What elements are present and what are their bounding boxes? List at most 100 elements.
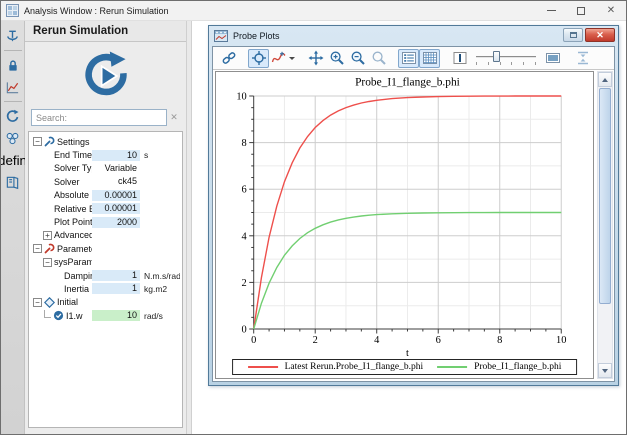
legendbox-icon bbox=[401, 50, 417, 66]
probe-titlebar[interactable]: Probe Plots ✕ bbox=[212, 26, 615, 46]
mdi-area: Probe Plots ✕ 02468100246810Probe_I1_fla… bbox=[192, 21, 626, 435]
scroll-up-button[interactable] bbox=[598, 72, 612, 87]
chart-legend: Latest Rerun.Probe_I1_flange_b.phi Probe… bbox=[232, 359, 578, 375]
fit-vertical-button[interactable] bbox=[572, 49, 593, 68]
chart-icon bbox=[5, 80, 20, 95]
probe-restore-button[interactable] bbox=[563, 28, 583, 42]
probe-chart: 02468100246810Probe_I1_flange_b.phit bbox=[216, 72, 593, 378]
rail-separator bbox=[4, 50, 22, 51]
plot-toolbar bbox=[213, 47, 614, 70]
tree-item-label: Parameters bbox=[57, 244, 92, 254]
tree-row[interactable]: −Settings bbox=[31, 135, 180, 148]
plot-client-area: 02468100246810Probe_I1_flange_b.phit Lat… bbox=[213, 70, 614, 381]
zoom-out-button[interactable] bbox=[347, 49, 368, 68]
probe-title: Probe Plots bbox=[233, 31, 563, 41]
svg-text:6: 6 bbox=[436, 335, 441, 346]
rerun-simulation-button[interactable] bbox=[81, 51, 131, 101]
svg-text:2: 2 bbox=[242, 278, 247, 289]
tree-item-value[interactable]: 0.00001 bbox=[92, 203, 140, 214]
tree-item-label: Absolute Error Tol... bbox=[54, 190, 92, 200]
tree-item-label: sysParams bbox=[54, 257, 92, 267]
svg-text:0: 0 bbox=[251, 335, 256, 346]
tree-row[interactable]: − Parameters bbox=[31, 242, 180, 255]
svg-text:10: 10 bbox=[556, 335, 566, 346]
tree-item-label: Initial bbox=[57, 297, 92, 307]
slider-thumb[interactable] bbox=[493, 51, 500, 62]
curve-style-button[interactable] bbox=[269, 49, 296, 68]
tree-item-value[interactable]: 2000 bbox=[92, 217, 140, 228]
tree-item-value bbox=[92, 243, 140, 254]
maximize-button[interactable] bbox=[566, 1, 596, 20]
svg-text:4: 4 bbox=[242, 231, 248, 242]
tree-row[interactable]: −sysParams bbox=[31, 256, 180, 269]
maximize-icon bbox=[577, 7, 585, 15]
tree-row[interactable]: Absolute Error Tol...0.00001 bbox=[31, 189, 180, 202]
multibody-button[interactable] bbox=[3, 128, 23, 148]
probe-window-controls: ✕ bbox=[563, 26, 615, 46]
svg-text:8: 8 bbox=[497, 335, 502, 346]
collapse-icon[interactable]: − bbox=[33, 298, 42, 307]
tree-row[interactable]: Solver TypeVariable bbox=[31, 162, 180, 175]
pan-button[interactable] bbox=[305, 49, 326, 68]
tree-item-value bbox=[92, 230, 140, 241]
tree-item-value: Variable bbox=[92, 163, 140, 174]
tree-item-value[interactable]: 1 bbox=[92, 270, 140, 281]
close-button[interactable]: ✕ bbox=[596, 1, 626, 20]
tree-row[interactable]: I1.w10rad/s bbox=[31, 309, 180, 322]
apps-grid-button[interactable]: undefined bbox=[3, 150, 23, 170]
tree-row[interactable]: Inertia1kg.m2 bbox=[31, 282, 180, 295]
clear-search-icon[interactable]: ✕ bbox=[167, 112, 181, 123]
tree-row[interactable]: Relative Error Tole...0.00001 bbox=[31, 202, 180, 215]
pan-icon bbox=[308, 50, 324, 66]
scroll-down-button[interactable] bbox=[598, 363, 612, 378]
tree-item-value[interactable]: 0.00001 bbox=[92, 190, 140, 201]
lock-icon bbox=[6, 58, 20, 73]
tree-item-value[interactable]: 10 bbox=[92, 310, 140, 321]
time-slider[interactable] bbox=[474, 49, 538, 67]
probe-plots-window: Probe Plots ✕ 02468100246810Probe_I1_fla… bbox=[208, 25, 619, 386]
tree-row[interactable]: Solverck45 bbox=[31, 175, 180, 188]
tree-item-value: ck45 bbox=[92, 176, 140, 187]
svg-text:t: t bbox=[406, 348, 409, 359]
search-input[interactable] bbox=[31, 109, 167, 126]
tree-row[interactable]: Damping1N.m.s/rad bbox=[31, 269, 180, 282]
lock-button[interactable] bbox=[3, 55, 23, 75]
plot-window-button[interactable] bbox=[3, 77, 23, 97]
svg-text:4: 4 bbox=[374, 335, 380, 346]
collapse-icon[interactable]: − bbox=[43, 258, 52, 267]
legend-label: Probe_I1_flange_b.phi bbox=[474, 362, 561, 372]
minimize-button[interactable] bbox=[536, 1, 566, 20]
tree-item-unit: N.m.s/rad bbox=[140, 271, 180, 281]
expand-icon[interactable]: + bbox=[43, 231, 52, 240]
panel-title: Rerun Simulation bbox=[25, 21, 186, 42]
probe-close-button[interactable]: ✕ bbox=[585, 28, 615, 42]
vertical-scrollbar[interactable] bbox=[597, 71, 613, 379]
tree-item-label: Relative Error Tole... bbox=[54, 204, 92, 214]
data-points-button[interactable] bbox=[542, 49, 563, 68]
tree-row[interactable]: +Advanced bbox=[31, 229, 180, 242]
pin-button[interactable] bbox=[3, 26, 23, 46]
tree-item-value[interactable]: 1 bbox=[92, 283, 140, 294]
scroll-up-icon bbox=[602, 78, 608, 82]
zoomout-icon bbox=[350, 50, 366, 66]
scroll-down-icon bbox=[602, 369, 608, 373]
legend-toggle-button[interactable] bbox=[398, 49, 419, 68]
tree-row[interactable]: End Time10s bbox=[31, 148, 180, 161]
cursorline-icon bbox=[452, 50, 468, 66]
cursor-line-button[interactable] bbox=[449, 49, 470, 68]
tree-row[interactable]: − Initial bbox=[31, 296, 180, 309]
slider-ticks bbox=[476, 62, 536, 65]
grid-toggle-button[interactable] bbox=[419, 49, 440, 68]
collapse-icon[interactable]: − bbox=[33, 137, 42, 146]
scrollbar-thumb[interactable] bbox=[599, 88, 611, 304]
link-probe-button[interactable] bbox=[218, 49, 239, 68]
library-button[interactable] bbox=[3, 172, 23, 192]
window-title: Analysis Window : Rerun Simulation bbox=[24, 6, 536, 16]
zoom-reset-button[interactable] bbox=[368, 49, 389, 68]
zoom-in-button[interactable] bbox=[326, 49, 347, 68]
rerun-simulation-rail-button[interactable] bbox=[3, 106, 23, 126]
collapse-icon[interactable]: − bbox=[33, 244, 42, 253]
tree-row[interactable]: Plot Points2000 bbox=[31, 215, 180, 228]
tree-item-value[interactable]: 10 bbox=[92, 150, 140, 161]
probe-cursor-button[interactable] bbox=[248, 49, 269, 68]
